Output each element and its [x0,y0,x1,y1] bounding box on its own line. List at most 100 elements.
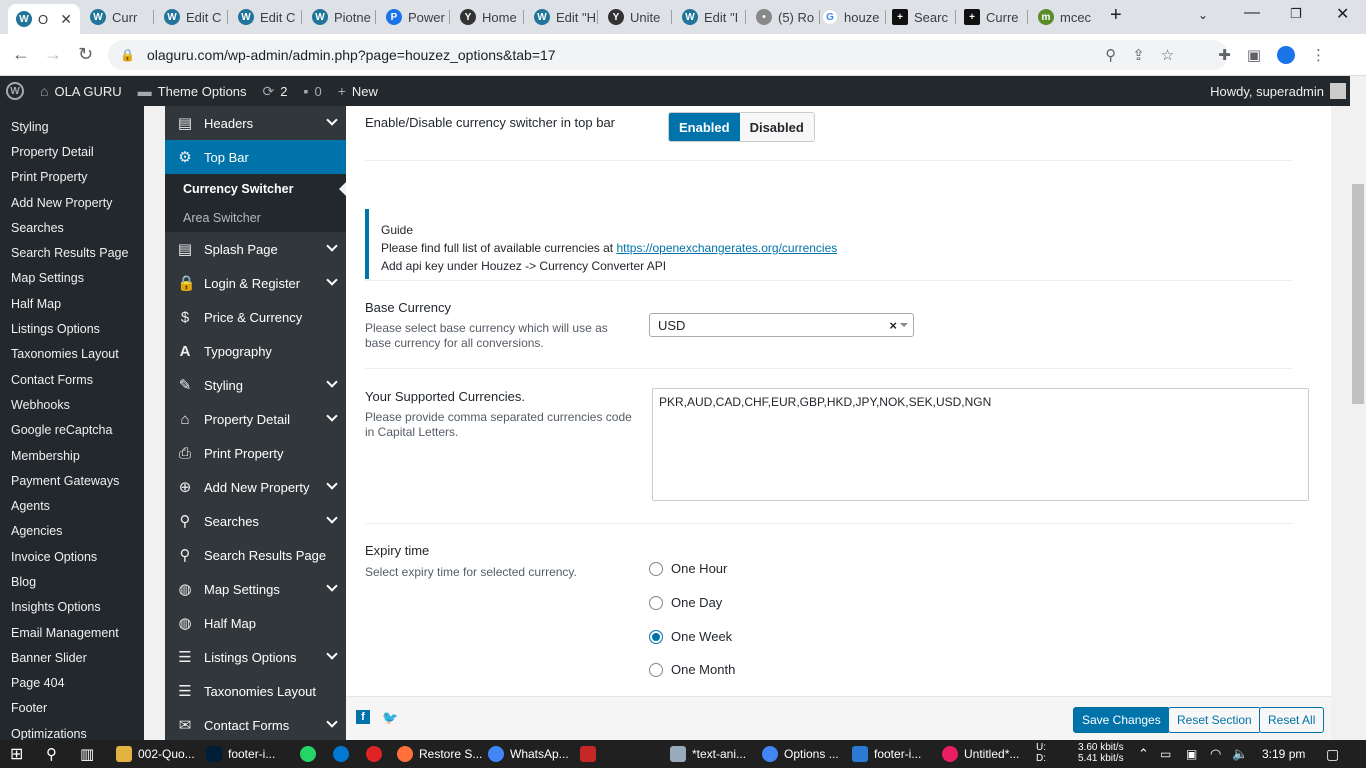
browser-tab[interactable]: W Edit "I [674,4,746,30]
taskbar-app[interactable] [300,743,316,765]
radio-one-day[interactable]: One Day [649,595,722,610]
wp-menu-item[interactable]: Map Settings [0,266,144,291]
radio-one-week[interactable]: One Week [649,629,732,644]
forward-icon[interactable]: → [44,44,62,65]
browser-tab[interactable]: • (5) Ro [748,4,820,30]
menu-dots-icon[interactable]: ⋮ [1311,46,1326,64]
wp-menu-item[interactable]: Page 404 [0,671,144,696]
back-icon[interactable]: ← [12,44,30,65]
facebook-icon[interactable]: f [356,710,370,724]
wp-menu-item[interactable]: Contact Forms [0,367,144,392]
wp-menu-item[interactable]: Agencies [0,519,144,544]
nav-add-new-property[interactable]: ⊕ Add New Property [165,470,346,504]
url-field[interactable]: 🔒 olaguru.com/wp-admin/admin.php?page=ho… [108,40,1228,70]
minimize-icon[interactable]: — [1244,4,1260,22]
radio-circle[interactable] [649,662,663,677]
taskbar-app[interactable]: 002-Quo... [116,743,195,765]
nav-price-currency[interactable]: $ Price & Currency [165,300,346,334]
comments-link[interactable]: ▪ 0 [296,76,330,106]
taskbar-app[interactable] [366,743,382,765]
taskbar-app[interactable] [333,743,349,765]
wp-menu-item[interactable]: Half Map [0,291,144,316]
wp-menu-item[interactable]: Optimizations [0,721,144,740]
nav-searches[interactable]: ⚲ Searches [165,504,346,538]
nav-print-property[interactable]: ⎙ Print Property [165,436,346,470]
browser-tab[interactable]: W Piotne [304,4,376,30]
close-window-icon[interactable]: ✕ [1336,4,1349,24]
wp-menu-item[interactable]: Agents [0,493,144,518]
nav-login-register[interactable]: 🔒 Login & Register [165,266,346,300]
browser-tab[interactable]: Y Unite [600,4,672,30]
browser-tab[interactable]: W O ✕ [8,4,80,34]
taskbar-app[interactable] [580,743,596,765]
browser-tab[interactable]: m mcec [1030,4,1102,30]
wp-menu-item[interactable]: Banner Slider [0,645,144,670]
clock[interactable]: 3:19 pm [1262,743,1305,765]
display-icon[interactable]: ▣ [1186,743,1197,765]
reload-icon[interactable]: ↻ [78,44,93,65]
nav-taxonomies-layout[interactable]: ☰ Taxonomies Layout [165,674,346,708]
wp-menu-item[interactable]: Google reCaptcha [0,418,144,443]
base-currency-select[interactable]: USD × [649,313,914,337]
close-tab-icon[interactable]: ✕ [60,11,72,28]
nav-typography[interactable]: A Typography [165,334,346,368]
nav-property-detail[interactable]: ⌂ Property Detail [165,402,346,436]
task-view-icon[interactable]: ▥ [80,743,94,765]
my-account-link[interactable]: Howdy, superadmin [1210,76,1346,106]
supported-currencies-textarea[interactable]: PKR,AUD,CAD,CHF,EUR,GBP,HKD,JPY,NOK,SEK,… [652,388,1309,501]
wp-menu-item[interactable]: Email Management [0,620,144,645]
browser-tab[interactable]: W Edit C [156,4,228,30]
tab-search-icon[interactable]: ⌄ [1198,8,1208,22]
browser-tab[interactable]: + Curre [956,4,1028,30]
wp-menu-item[interactable]: Footer [0,696,144,721]
browser-tab[interactable]: Ghouze [814,4,886,30]
nav-headers[interactable]: ▤ Headers [165,106,346,140]
wp-menu-item[interactable]: Property Detail [0,139,144,164]
enabled-button[interactable]: Enabled [669,113,740,141]
wp-menu-item[interactable]: Insights Options [0,595,144,620]
browser-tab[interactable]: + Searc [884,4,956,30]
wp-logo-icon[interactable]: W [0,76,32,106]
save-changes-button[interactable]: Save Changes [1073,707,1170,733]
nav-top-bar[interactable]: ⚙ Top Bar [165,140,346,174]
wifi-icon[interactable]: ◠ [1210,743,1221,765]
zoom-icon[interactable]: ⚲ [1105,46,1116,64]
radio-circle[interactable] [649,561,663,576]
theme-options-link[interactable]: ▬ Theme Options [130,76,255,106]
nav-splash-page[interactable]: ▤ Splash Page [165,232,346,266]
wp-menu-item[interactable]: Print Property [0,165,144,190]
taskbar-app[interactable]: footer-i... [852,743,921,765]
browser-tab[interactable]: W Curr [82,4,154,30]
nav-styling[interactable]: ✎ Styling [165,368,346,402]
wp-menu-item[interactable]: Blog [0,569,144,594]
wp-menu-item[interactable]: Listings Options [0,316,144,341]
page-scrollbar[interactable] [1350,76,1366,740]
browser-tab[interactable]: W Edit "H [526,4,598,30]
taskbar-app[interactable]: footer-i... [206,743,275,765]
wp-menu-item[interactable]: Payment Gateways [0,468,144,493]
restore-icon[interactable]: ❐ [1290,6,1302,22]
wp-menu-item[interactable]: Invoice Options [0,544,144,569]
taskbar-app[interactable]: Untitled*... [942,743,1019,765]
windows-start-icon[interactable]: ⊞ [10,743,23,765]
reset-section-button[interactable]: Reset Section [1168,707,1261,733]
browser-tab[interactable]: W Edit C [230,4,302,30]
bookmark-star-icon[interactable]: ☆ [1161,46,1174,64]
nav-map-settings[interactable]: ◍ Map Settings [165,572,346,606]
volume-icon[interactable]: 🔈 [1232,743,1248,765]
clear-icon[interactable]: × [889,318,897,333]
wp-menu-item[interactable]: Membership [0,443,144,468]
dropdown-arrow-icon[interactable] [900,323,908,331]
nav-half-map[interactable]: ◍ Half Map [165,606,346,640]
taskbar-app[interactable]: *text-ani... [670,743,746,765]
notification-icon[interactable]: ▢ [1326,743,1339,765]
radio-one-hour[interactable]: One Hour [649,561,727,576]
nav-contact-forms[interactable]: ✉ Contact Forms [165,708,346,740]
radio-circle-selected[interactable] [649,629,663,644]
subnav-area-switcher[interactable]: Area Switcher [165,203,346,232]
scrollbar-thumb[interactable] [1352,184,1364,404]
currencies-link[interactable]: https://openexchangerates.org/currencies [616,241,837,255]
wp-menu-item[interactable]: Styling [0,114,144,139]
battery-icon[interactable]: ▭ [1160,743,1171,765]
browser-tab[interactable]: Y Home [452,4,524,30]
